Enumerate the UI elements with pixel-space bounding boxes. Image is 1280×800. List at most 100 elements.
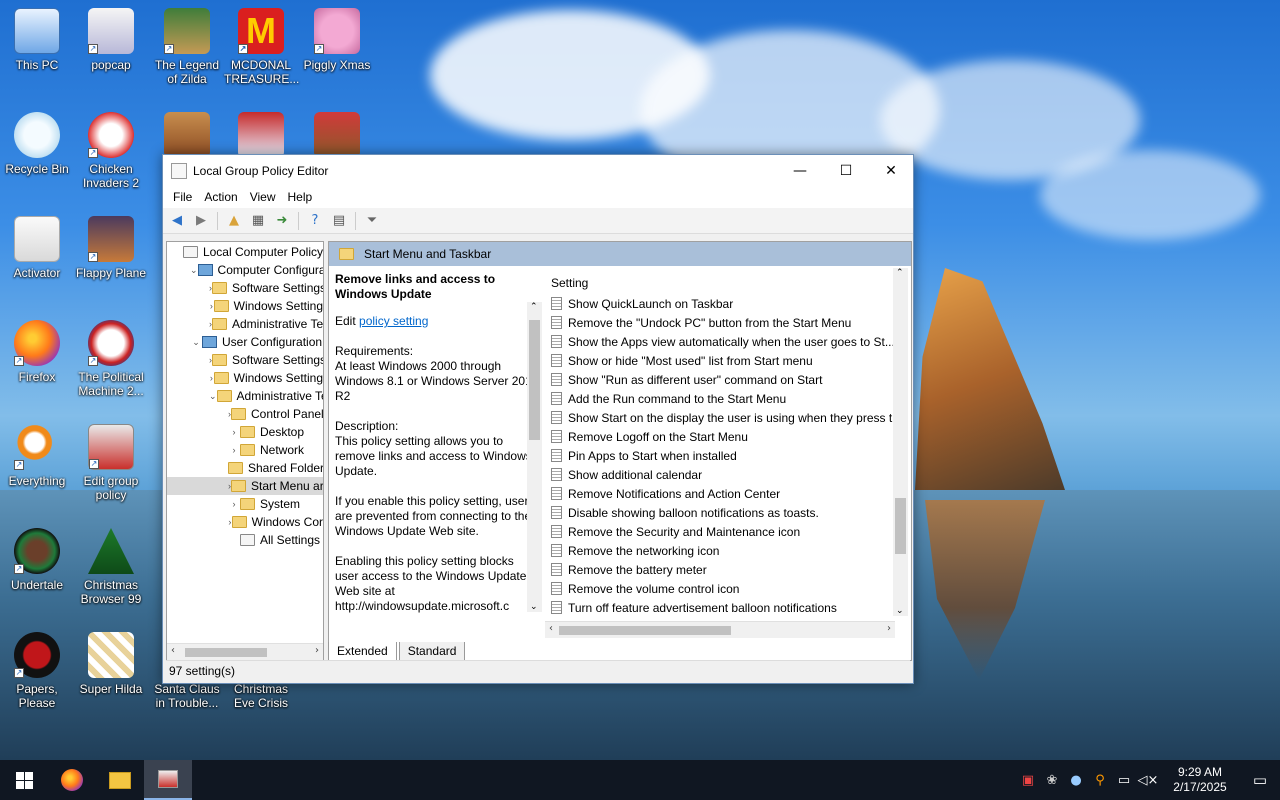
- scroll-thumb[interactable]: [529, 320, 540, 440]
- tree-item[interactable]: › Administrative Te: [167, 315, 323, 333]
- scroll-down-icon[interactable]: ⌄: [896, 606, 904, 616]
- desktop-icon-chicken-invaders[interactable]: ↗ Chicken Invaders 2: [74, 112, 148, 190]
- setting-row[interactable]: Pin Apps to Start when installed: [545, 446, 913, 465]
- help-icon[interactable]: ?: [305, 211, 325, 231]
- desktop-icon-everything[interactable]: ↗ Everything: [0, 424, 74, 488]
- tree-item[interactable]: › Windows Setting: [167, 369, 323, 387]
- properties-icon[interactable]: ▤: [329, 211, 349, 231]
- desktop-icon-activator[interactable]: Activator: [0, 216, 74, 280]
- tree-item[interactable]: ⌄ User Configuration: [167, 333, 323, 351]
- tree-item[interactable]: Shared Folder: [167, 459, 323, 477]
- desktop-icon-christmas-browser[interactable]: Christmas Browser 99: [74, 528, 148, 606]
- desktop-icon-legend-of-zilda[interactable]: ↗ The Legend of Zilda: [150, 8, 224, 86]
- tree-horizontal-scrollbar[interactable]: ‹ ›: [167, 643, 323, 660]
- start-button[interactable]: [0, 760, 48, 800]
- column-header-setting[interactable]: Setting: [545, 266, 913, 294]
- setting-row[interactable]: Remove the battery meter: [545, 560, 913, 579]
- scroll-left-icon[interactable]: ‹: [549, 623, 553, 634]
- menu-file[interactable]: File: [167, 190, 198, 204]
- setting-row[interactable]: Remove the Security and Maintenance icon: [545, 522, 913, 541]
- setting-row[interactable]: Remove Logoff on the Start Menu: [545, 427, 913, 446]
- menu-action[interactable]: Action: [198, 190, 243, 204]
- menu-help[interactable]: Help: [282, 190, 319, 204]
- scroll-down-icon[interactable]: ⌄: [530, 602, 538, 612]
- tree-item[interactable]: Local Computer Policy: [167, 243, 323, 261]
- tree-item[interactable]: All Settings: [167, 531, 323, 549]
- tree-item[interactable]: › Software Settings: [167, 279, 323, 297]
- desktop-icon-super-hilda[interactable]: Super Hilda: [74, 632, 148, 696]
- scroll-up-icon[interactable]: ⌃: [896, 268, 904, 278]
- collapse-chevron-icon[interactable]: ⌄: [190, 337, 202, 348]
- policy-setting-link[interactable]: policy setting: [359, 314, 428, 328]
- desktop-icon-firefox[interactable]: ↗ Firefox: [0, 320, 74, 384]
- scroll-up-icon[interactable]: ⌃: [530, 302, 538, 312]
- minimize-button[interactable]: —: [777, 155, 823, 186]
- list-horizontal-scrollbar[interactable]: ‹ ›: [545, 621, 895, 638]
- setting-row[interactable]: Disable showing balloon notifications as…: [545, 503, 913, 522]
- desktop-icon-edit-group-policy[interactable]: ↗ Edit group policy: [74, 424, 148, 502]
- setting-row[interactable]: Show additional calendar: [545, 465, 913, 484]
- export-list-icon[interactable]: ➜: [272, 211, 292, 231]
- tree-item[interactable]: ⌄ Computer Configura: [167, 261, 323, 279]
- title-bar[interactable]: Local Group Policy Editor — ☐ ✕: [163, 155, 913, 186]
- setting-row[interactable]: Add the Run command to the Start Menu: [545, 389, 913, 408]
- collapse-chevron-icon[interactable]: ⌄: [209, 391, 217, 402]
- tree-item[interactable]: › Control Panel: [167, 405, 323, 423]
- setting-row[interactable]: Turn off feature advertisement balloon n…: [545, 598, 913, 617]
- expand-chevron-icon[interactable]: ›: [228, 499, 240, 509]
- taskbar-file-explorer[interactable]: [96, 760, 144, 800]
- forward-arrow-icon[interactable]: ▶: [191, 211, 211, 231]
- desktop-icon-this-pc[interactable]: This PC: [0, 8, 74, 72]
- tab-standard[interactable]: Standard: [398, 642, 466, 661]
- tray-drop-icon[interactable]: ●: [1064, 773, 1088, 788]
- tree-item[interactable]: › Network: [167, 441, 323, 459]
- desktop-icon-recycle-bin[interactable]: Recycle Bin: [0, 112, 74, 176]
- tree-item[interactable]: ⌄ Administrative Te: [167, 387, 323, 405]
- tray-app-icon[interactable]: ❀: [1040, 773, 1064, 788]
- scroll-left-icon[interactable]: ‹: [171, 645, 175, 656]
- notifications-icon[interactable]: ▭: [1240, 771, 1280, 789]
- expand-chevron-icon[interactable]: ›: [209, 301, 214, 311]
- volume-muted-icon[interactable]: ◁×: [1136, 773, 1160, 788]
- tab-extended[interactable]: Extended: [328, 642, 397, 661]
- taskbar-firefox[interactable]: [48, 760, 96, 800]
- scroll-right-icon[interactable]: ›: [315, 645, 319, 656]
- scroll-right-icon[interactable]: ›: [887, 623, 891, 634]
- show-hide-tree-icon[interactable]: ▦: [248, 211, 268, 231]
- setting-row[interactable]: Show "Run as different user" command on …: [545, 370, 913, 389]
- setting-row[interactable]: Remove the "Undock PC" button from the S…: [545, 313, 913, 332]
- setting-row[interactable]: Show or hide "Most used" list from Start…: [545, 351, 913, 370]
- tree-item[interactable]: › Windows Cor: [167, 513, 323, 531]
- network-icon[interactable]: ▭: [1112, 773, 1136, 788]
- list-vertical-scrollbar[interactable]: ⌃ ⌄: [893, 268, 908, 616]
- desktop-icon-undertale[interactable]: ↗ Undertale: [0, 528, 74, 592]
- clock[interactable]: 9:29 AM 2/17/2025: [1160, 765, 1240, 795]
- tray-search-icon[interactable]: ⚲: [1088, 773, 1112, 788]
- back-arrow-icon[interactable]: ◀: [167, 211, 187, 231]
- close-button[interactable]: ✕: [868, 155, 914, 186]
- setting-row[interactable]: Remove the volume control icon: [545, 579, 913, 598]
- tree-item[interactable]: › System: [167, 495, 323, 513]
- expand-chevron-icon[interactable]: ›: [228, 445, 240, 455]
- desktop-icon-papers-please[interactable]: ↗ Papers, Please: [0, 632, 74, 710]
- scroll-thumb[interactable]: [559, 626, 731, 635]
- desktop-icon-santa-claus[interactable]: Santa Claus in Trouble...: [150, 682, 224, 710]
- expand-chevron-icon[interactable]: ›: [228, 427, 240, 437]
- scroll-thumb[interactable]: [895, 498, 906, 554]
- setting-row[interactable]: Remove the networking icon: [545, 541, 913, 560]
- setting-row[interactable]: Show QuickLaunch on Taskbar: [545, 294, 913, 313]
- menu-view[interactable]: View: [244, 190, 282, 204]
- setting-row[interactable]: Show Start on the display the user is us…: [545, 408, 913, 427]
- expand-chevron-icon[interactable]: ›: [209, 373, 214, 383]
- tree-item[interactable]: › Software Settings: [167, 351, 323, 369]
- up-folder-icon[interactable]: ▲: [224, 211, 244, 231]
- collapse-chevron-icon[interactable]: ⌄: [190, 265, 198, 276]
- description-scrollbar[interactable]: ⌃ ⌄: [527, 302, 542, 612]
- scroll-thumb[interactable]: [185, 648, 267, 657]
- desktop-icon-political-machine[interactable]: ↗ The Political Machine 2...: [74, 320, 148, 398]
- taskbar-group-policy-editor[interactable]: [144, 760, 192, 800]
- tray-app-icon[interactable]: ▣: [1016, 773, 1040, 788]
- desktop-icon-mcdonal-treasure[interactable]: M ↗ MCDONAL TREASURE...: [224, 8, 299, 86]
- desktop-icon-piggly-xmas[interactable]: ↗ Piggly Xmas: [300, 8, 374, 72]
- desktop-icon-christmas-eve-crisis[interactable]: Christmas Eve Crisis: [224, 682, 298, 710]
